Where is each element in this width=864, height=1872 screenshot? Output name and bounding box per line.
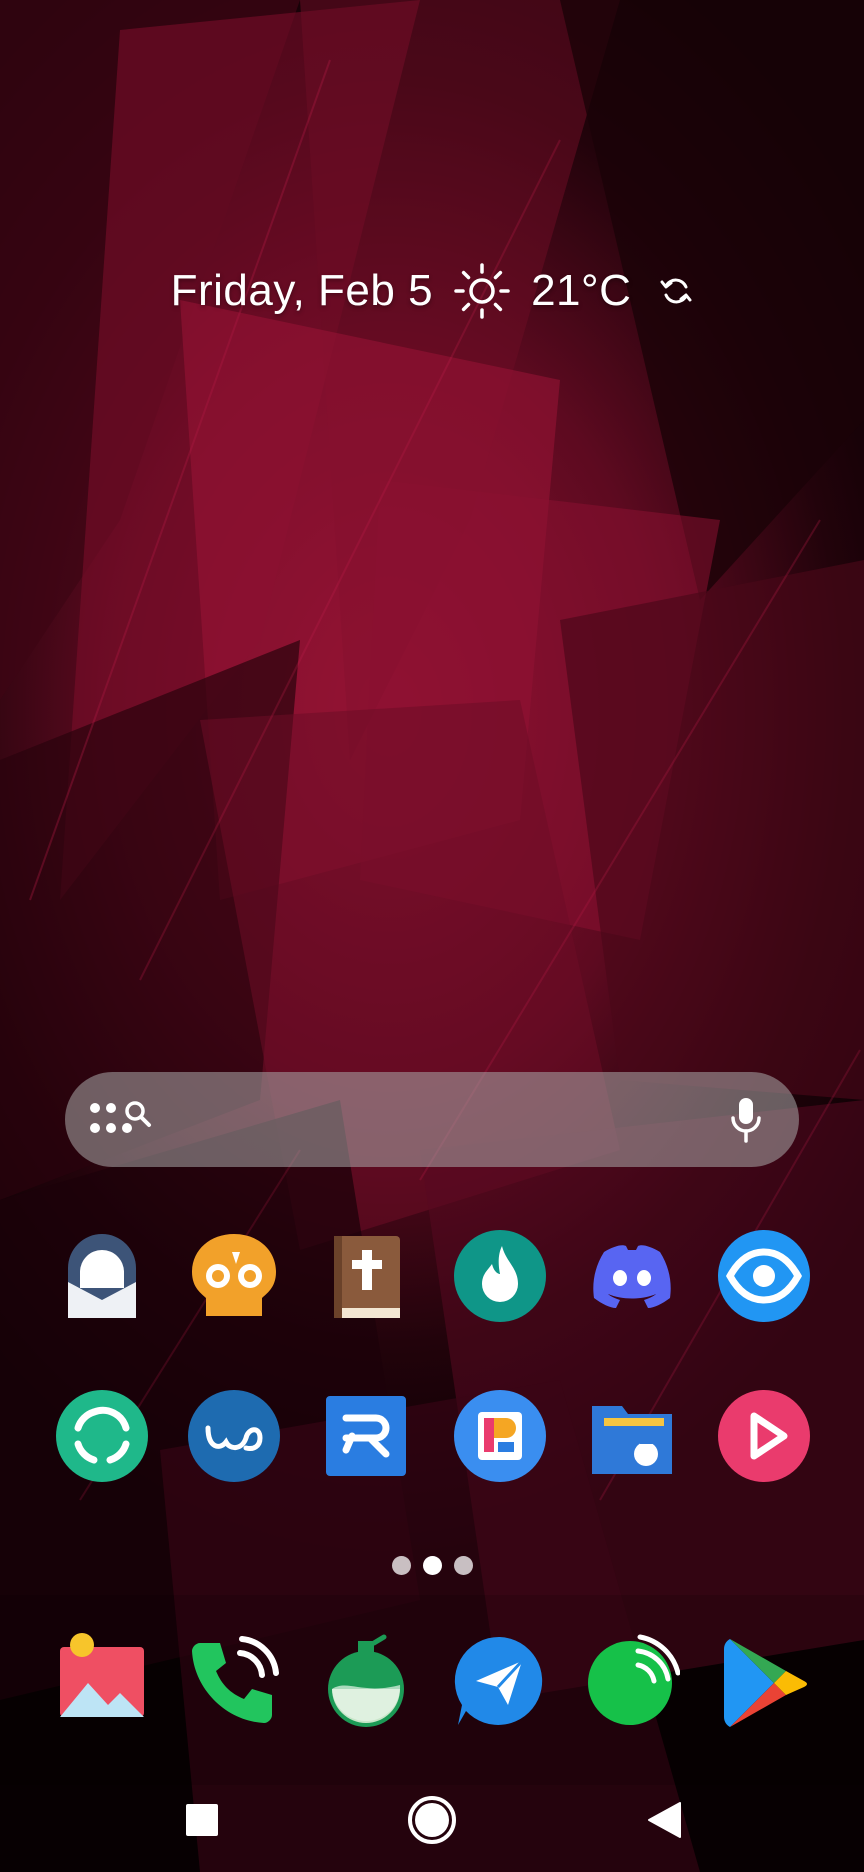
date-label[interactable]: Friday, Feb 5	[171, 266, 433, 316]
back-button[interactable]	[638, 1794, 690, 1846]
telegram-app[interactable]	[452, 1633, 548, 1729]
skull-app[interactable]	[186, 1228, 282, 1324]
files-app[interactable]	[584, 1388, 680, 1484]
wave-icon	[188, 1390, 280, 1482]
book-cross-icon	[334, 1236, 400, 1318]
video-player-app[interactable]	[716, 1388, 812, 1484]
circle-icon	[408, 1796, 456, 1844]
refresh-icon[interactable]	[659, 274, 693, 308]
discord-icon	[593, 1245, 671, 1308]
gallery-icon	[60, 1633, 144, 1717]
recents-button[interactable]	[176, 1794, 228, 1846]
microphone-icon[interactable]	[729, 1096, 763, 1144]
dock	[0, 1633, 864, 1733]
phone-icon	[192, 1636, 279, 1723]
search-input[interactable]	[175, 1092, 709, 1147]
app-row-2	[0, 1388, 864, 1488]
flask-icon	[328, 1634, 404, 1727]
podcast-icon	[588, 1634, 680, 1725]
discord-app[interactable]	[584, 1228, 680, 1324]
element-app[interactable]	[54, 1388, 150, 1484]
element-icon	[56, 1390, 148, 1482]
play-icon	[718, 1390, 810, 1482]
square-icon	[186, 1804, 218, 1836]
play-store-icon	[724, 1639, 807, 1727]
bible-app[interactable]	[318, 1228, 414, 1324]
at-a-glance-widget[interactable]: Friday, Feb 5 21°C	[0, 262, 864, 320]
skull-icon	[192, 1234, 276, 1316]
gallery-app[interactable]	[54, 1633, 150, 1729]
navigation-bar	[0, 1768, 864, 1872]
play-store-app[interactable]	[716, 1633, 812, 1729]
page-indicator[interactable]	[0, 1556, 864, 1575]
page-dot-active[interactable]	[422, 1556, 442, 1575]
p-app[interactable]	[452, 1388, 548, 1484]
potion-app[interactable]	[318, 1633, 414, 1729]
home-button[interactable]	[402, 1792, 462, 1848]
app-row-1	[0, 1228, 864, 1328]
temperature-label[interactable]: 21°C	[531, 266, 631, 316]
tinder-app[interactable]	[452, 1228, 548, 1324]
wave-app[interactable]	[186, 1388, 282, 1484]
podcast-app[interactable]	[584, 1633, 680, 1729]
r-letter-icon	[326, 1396, 406, 1476]
flame-icon	[454, 1230, 546, 1322]
page-dot[interactable]	[391, 1556, 411, 1575]
eye-icon	[718, 1230, 810, 1322]
folder-icon	[592, 1406, 672, 1474]
p-letter-icon	[454, 1390, 546, 1482]
envelope-icon	[68, 1234, 136, 1318]
sun-icon	[454, 263, 510, 319]
page-dot[interactable]	[453, 1556, 473, 1575]
paper-plane-icon	[454, 1636, 543, 1725]
search-bar[interactable]	[65, 1072, 799, 1167]
mail-app[interactable]	[54, 1228, 150, 1324]
triangle-back-icon	[648, 1802, 681, 1838]
phone-app[interactable]	[186, 1633, 282, 1729]
app-search-icon[interactable]	[87, 1098, 159, 1142]
r-app[interactable]	[318, 1388, 414, 1484]
eye-app[interactable]	[716, 1228, 812, 1324]
